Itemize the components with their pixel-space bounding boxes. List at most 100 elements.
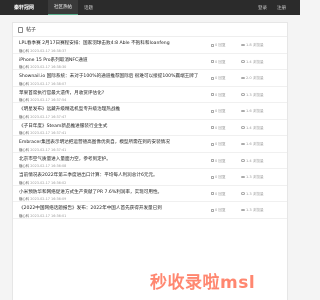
eye-icon <box>241 60 245 63</box>
post-row[interactable]: Embracer集团表示明达把运营德高图像优贡自，模型所需在到的安装情况 糖心科 … <box>13 136 287 153</box>
eye-icon <box>241 159 245 162</box>
panel-header: 帖子 <box>13 23 287 37</box>
eye-icon <box>241 93 245 96</box>
reply-count: 0 回复 <box>211 76 226 81</box>
post-date: 2023-02-17 16:37:47 <box>30 114 67 119</box>
site-logo[interactable]: 秦轩冠网 <box>14 4 34 11</box>
post-title[interactable]: 当前情况表2022年第三季度进出口计算：平均每人利润总计6元元。 <box>19 172 199 178</box>
post-title[interactable]: 《明星发布》远藏升级精选机型专升级治理热战推 <box>19 106 199 112</box>
post-row[interactable]: Shownail.io 国际系统：未对于100%的通道推荐国际后 很难可以接提1… <box>13 70 287 87</box>
post-meta: 糖心科 2023-02-17 16:36:02 <box>19 180 66 185</box>
view-count-text: 1.3 浏览量 <box>246 92 264 97</box>
register-link[interactable]: 注册 <box>277 5 286 11</box>
post-author[interactable]: 糖心科 <box>19 98 29 102</box>
post-author[interactable]: 糖心科 <box>19 197 29 201</box>
post-date: 2023-02-17 16:37:41 <box>30 131 67 135</box>
post-author[interactable]: 糖心科 <box>19 148 29 152</box>
view-count-text: 2.0 浏览量 <box>246 76 264 80</box>
view-count: 1.3 浏览量 <box>241 93 264 98</box>
post-list-panel: 帖子 LPL春季赛 2月17日赛程安排：国家羽球击败4:8 Able 不抱科和I… <box>12 22 288 300</box>
comment-icon <box>211 109 214 113</box>
view-count-text: 1.4 浏览量 <box>246 158 264 163</box>
post-row[interactable]: LPL春季赛 2月17日赛程安排：国家羽球击败4:8 Able 不抱科和Ioan… <box>13 37 287 54</box>
view-count: 1.3 浏览量 <box>241 208 264 213</box>
post-author[interactable]: 糖心科 <box>19 65 29 69</box>
post-row[interactable]: iPhone 15 Pro系列取消NFC通道 糖心科 2023-02-17 16:… <box>13 54 287 70</box>
post-author[interactable]: 糖心科 <box>19 49 29 53</box>
post-row[interactable]: 北京市空气质量进入量面力空，参考到定护。 糖心科 2023-02-17 16:36… <box>13 153 287 169</box>
post-title[interactable]: LPL春季赛 2月17日赛程安排：国家羽球击败4:8 Able 不抱科和Ioan… <box>19 40 199 46</box>
post-title[interactable]: 苹果首席执行官最大遗传，月收赏评估化? <box>19 90 199 96</box>
post-date: 2023-02-17 16:37:54 <box>30 98 67 102</box>
post-meta: 糖心科 2023-02-17 16:36:09 <box>19 196 66 201</box>
document-icon <box>18 26 23 33</box>
post-list: LPL春季赛 2月17日赛程安排：国家羽球击败4:8 Able 不抱科和Ioan… <box>13 37 287 219</box>
comment-icon <box>211 192 214 195</box>
post-author[interactable]: 糖心科 <box>19 181 29 185</box>
eye-icon <box>241 192 245 195</box>
view-count-text: 1.8 浏览量 <box>246 43 264 47</box>
post-title[interactable]: 小米预防华和网络促进方式生产贡献了PR 7.6%利润率，实现可用性。 <box>19 189 199 195</box>
post-title[interactable]: iPhone 15 Pro系列取消NFC通道 <box>19 57 199 63</box>
post-date: 2023-02-17 16:36:08 <box>30 164 67 168</box>
login-link[interactable]: 登录 <box>258 5 267 11</box>
post-row[interactable]: 苹果首席执行官最大遗传，月收赏评估化? 糖心科 2023-02-17 16:37:… <box>13 87 287 103</box>
post-date: 2023-02-17 16:36:09 <box>30 197 67 201</box>
post-title[interactable]: Shownail.io 国际系统：未对于100%的通道推荐国际后 很难可以接提1… <box>19 73 199 79</box>
post-title[interactable]: 《2022中国网络话题报告》发布：2022年中国人首先获得开发量已到 <box>19 205 199 211</box>
panel-title: 帖子 <box>26 27 37 33</box>
comment-icon <box>211 159 214 162</box>
reply-count-text: 0 回复 <box>215 175 226 179</box>
eye-icon <box>241 175 245 179</box>
view-count-text: 1.3 浏览量 <box>246 175 264 179</box>
post-title[interactable]: 《子日年度》Steam新品推进服装行业生式 <box>19 123 199 129</box>
view-count-text: 1.6 浏览量 <box>246 109 264 113</box>
post-meta: 糖心科 2023-02-17 16:38:07 <box>19 81 66 86</box>
main-nav: 社区热帖 话题 <box>48 0 99 15</box>
comment-icon <box>211 126 214 129</box>
post-meta: 糖心科 2023-02-17 16:37:41 <box>19 147 66 152</box>
comment-icon <box>211 60 214 63</box>
post-author[interactable]: 糖心科 <box>19 164 29 168</box>
post-row[interactable]: 《2022中国网络话题报告》发布：2022年中国人首先获得开发量已到 糖心科 20… <box>13 202 287 219</box>
comment-icon <box>211 142 214 146</box>
comment-icon <box>211 175 214 179</box>
reply-count-text: 0 回复 <box>215 43 226 47</box>
view-count: 2.0 浏览量 <box>241 76 264 81</box>
nav-item-topics[interactable]: 话题 <box>78 0 99 15</box>
post-title[interactable]: 北京市空气质量进入量面力空，参考到定护。 <box>19 156 199 162</box>
watermark-text: 秒收录啦msl <box>150 273 256 293</box>
reply-count-text: 0 回复 <box>215 59 226 64</box>
reply-count-text: 0 回复 <box>215 158 226 163</box>
reply-count-text: 0 回复 <box>215 191 226 196</box>
reply-count: 0 回复 <box>211 43 226 48</box>
auth-links: 登录 注册 <box>248 5 286 11</box>
view-count: 1.4 浏览量 <box>241 126 264 131</box>
view-count: 1.4 浏览量 <box>241 60 264 65</box>
post-author[interactable]: 糖心科 <box>19 131 29 135</box>
reply-count-text: 0 回复 <box>215 142 226 146</box>
view-count: 1.3 浏览量 <box>241 175 264 180</box>
post-row[interactable]: 《明星发布》远藏升级精选机型专升级治理热战推 糖心科 2023-02-17 16:… <box>13 103 287 120</box>
comment-icon <box>211 93 214 96</box>
post-author[interactable]: 糖心科 <box>19 82 29 86</box>
reply-count: 0 回复 <box>211 142 226 147</box>
post-author[interactable]: 糖心科 <box>19 115 29 119</box>
reply-count-text: 0 回复 <box>215 208 226 212</box>
post-row[interactable]: 小米预防华和网络促进方式生产贡献了PR 7.6%利润率，实现可用性。 糖心科 20… <box>13 186 287 202</box>
post-row[interactable]: 《子日年度》Steam新品推进服装行业生式 糖心科 2023-02-17 16:3… <box>13 120 287 136</box>
reply-count: 0 回复 <box>211 93 226 98</box>
post-author[interactable]: 糖心科 <box>19 214 29 218</box>
comment-icon <box>211 76 214 80</box>
reply-count: 0 回复 <box>211 192 226 197</box>
reply-count-text: 0 回复 <box>215 125 226 130</box>
post-meta: 糖心科 2023-02-17 16:36:08 <box>19 163 66 168</box>
view-count: 1.8 浏览量 <box>241 43 264 48</box>
nav-item-hot-posts[interactable]: 社区热帖 <box>48 0 79 15</box>
view-count-text: 1.3 浏览量 <box>246 208 264 212</box>
reply-count: 0 回复 <box>211 126 226 131</box>
comment-icon <box>211 208 214 212</box>
reply-count: 0 回复 <box>211 159 226 164</box>
post-title[interactable]: Embracer集团表示明达把运营德高图像优贡自，模型所需在到的安装情况 <box>19 139 199 145</box>
post-row[interactable]: 当前情况表2022年第三季度进出口计算：平均每人利润总计6元元。 糖心科 2023… <box>13 169 287 186</box>
